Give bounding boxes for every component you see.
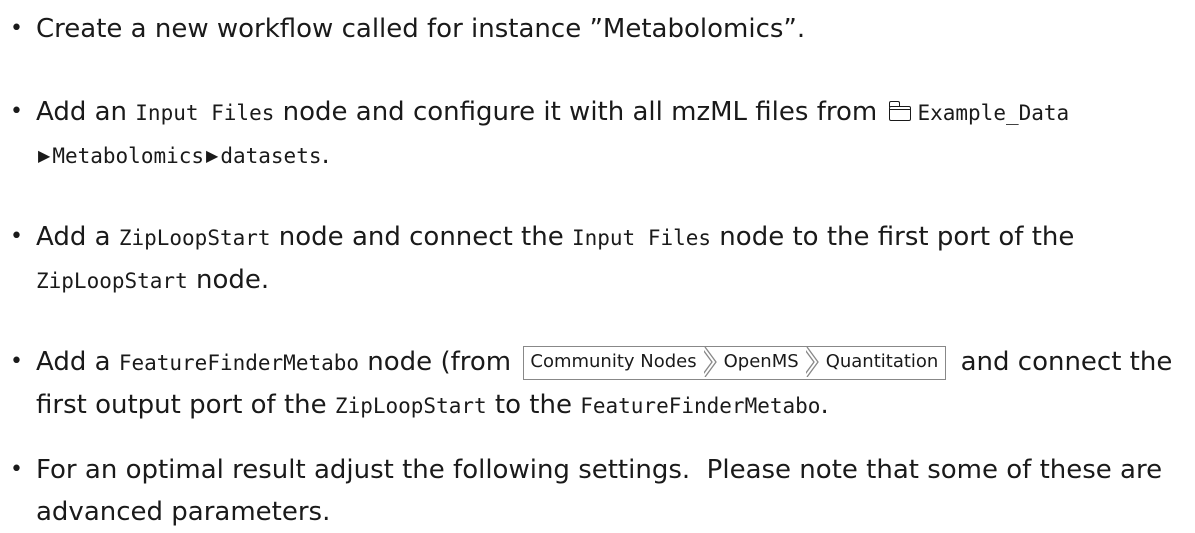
path-segment: Metabolomics xyxy=(52,144,205,168)
step-text: Add an xyxy=(36,97,136,127)
code-ziploopstart: ZipLoopStart xyxy=(118,226,271,250)
code-input-files: Input Files xyxy=(571,226,712,250)
step-text: Create a new workflow called for instanc… xyxy=(36,14,806,44)
list-item: • Add a ZipLoopStart node and connect th… xyxy=(10,216,1186,302)
path-segment: datasets xyxy=(220,144,322,168)
list-item: • For an optimal result adjust the follo… xyxy=(10,449,1186,533)
list-item: • Add an Input Files node and configure … xyxy=(10,91,1186,177)
list-item: • Add a FeatureFinderMetabo node (from C… xyxy=(10,341,1186,427)
code-featurefindermetabo: FeatureFinderMetabo xyxy=(580,394,821,418)
code-ziploopstart: ZipLoopStart xyxy=(36,269,188,293)
triangle-right-icon: ▶ xyxy=(38,146,51,165)
bullet: • xyxy=(10,224,23,249)
chevron-right-icon xyxy=(703,346,718,377)
code-input-files: Input Files xyxy=(135,101,275,125)
code-featurefindermetabo: FeatureFinderMetabo xyxy=(118,351,360,375)
code-ziploopstart: ZipLoopStart xyxy=(334,394,487,418)
list-item: • Create a new workflow called for insta… xyxy=(10,8,1186,50)
folder-icon xyxy=(888,101,912,121)
bullet: • xyxy=(10,16,23,41)
chevron-right-icon xyxy=(805,346,820,377)
bullet: • xyxy=(10,349,23,374)
menu-path-segment: Quantitation xyxy=(825,350,939,372)
step-text: For an optimal result adjust the followi… xyxy=(36,455,1171,527)
bullet: • xyxy=(10,457,23,482)
menu-path-breadcrumb: Community Nodes OpenMS Quantitation xyxy=(523,345,947,380)
bullet: • xyxy=(10,99,23,124)
step-text: node and configure it with all mzML file… xyxy=(274,97,886,127)
menu-path-segment: Community Nodes xyxy=(530,350,697,372)
triangle-right-icon: ▶ xyxy=(206,146,219,165)
path-segment: Example_Data xyxy=(917,101,1070,125)
menu-path-segment: OpenMS xyxy=(723,350,799,372)
